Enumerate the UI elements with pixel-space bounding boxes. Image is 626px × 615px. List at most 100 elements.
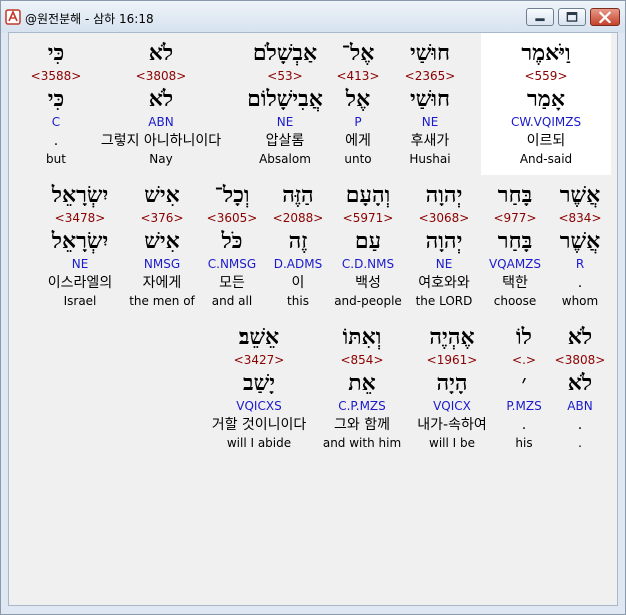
- hebrew-word: בָּחַר: [497, 182, 533, 208]
- minimize-icon: [535, 18, 545, 22]
- word-block[interactable]: יְהוָה <3068> יְהוָה NE 여호와와 the LORD: [409, 175, 479, 317]
- word-block[interactable]: לוֹ <.> ׳ P.MZS . his: [489, 317, 559, 459]
- strong-number: <854>: [340, 353, 384, 367]
- strong-number: <2365>: [404, 69, 456, 83]
- hebrew-word: אֵשֵׁב׃: [238, 324, 280, 350]
- hebrew-word: וְכָל־: [214, 182, 250, 208]
- window-title: @원전분해 - 삼하 16:18: [25, 12, 154, 26]
- hebrew-word: אַבְשָׁלֹם: [252, 40, 318, 66]
- strong-number: <3427>: [233, 353, 285, 367]
- parsing-code: VQICX: [433, 399, 471, 413]
- korean-gloss: 그렇지 아니하니이다: [100, 133, 222, 149]
- lexical-form: זֶה: [288, 228, 308, 254]
- lexical-form: יְהוָה: [425, 228, 463, 254]
- minimize-button[interactable]: [526, 8, 554, 26]
- hebrew-word: כִּי: [47, 40, 65, 66]
- hebrew-word: אֲשֶׁר: [559, 182, 601, 208]
- hebrew-word: יְהוָה: [425, 182, 463, 208]
- strong-number: <2088>: [272, 211, 324, 225]
- parsing-code: VQAMZS: [488, 257, 542, 271]
- word-block[interactable]: כִּי <3588> כִּי C . but: [21, 33, 91, 175]
- english-gloss: and with him: [322, 436, 402, 450]
- strong-number: <3068>: [418, 211, 470, 225]
- korean-gloss: 이스라엘의: [47, 275, 113, 291]
- parsing-code: C.D.NMS: [341, 257, 395, 271]
- korean-gloss: 내가-속하여: [417, 417, 487, 433]
- english-gloss: the men of: [129, 294, 195, 308]
- strong-number: <.>: [512, 353, 536, 367]
- english-gloss: Israel: [63, 294, 97, 308]
- word-block[interactable]: וַיֹּאמֶר <559> אָמַר CW.VQIMZS 이르되 And-…: [481, 33, 611, 175]
- parsing-code: D.ADMS: [273, 257, 323, 271]
- strong-number: <1961>: [426, 353, 478, 367]
- hebrew-word: יִשְׂרָאֵל: [51, 182, 109, 208]
- app-icon: [5, 9, 21, 25]
- title-bar[interactable]: @원전분해 - 삼하 16:18: [1, 1, 625, 33]
- english-gloss: will I be: [429, 436, 475, 450]
- word-block[interactable]: אִישׁ <376> אִישׁ NMSG 자에게 the men of: [127, 175, 197, 317]
- parsing-code: NE: [276, 115, 294, 129]
- lexical-form: כֹּל: [221, 228, 243, 254]
- strong-number: <3478>: [54, 211, 106, 225]
- strong-number: <559>: [524, 69, 568, 83]
- parsing-code: NE: [421, 115, 439, 129]
- lexical-form: אֲשֶׁר: [559, 228, 601, 254]
- close-button[interactable]: [590, 8, 620, 26]
- lexical-form: חוּשַׁי: [410, 86, 450, 112]
- word-block[interactable]: אֶהְיֶה <1961> הָיָה VQICX 내가-속하여 will I…: [417, 317, 487, 459]
- app-window: @원전분해 - 삼하 16:18 וַיֹּאמֶר <559> אָמַר C…: [0, 0, 626, 615]
- lexical-form: ׳: [521, 370, 527, 396]
- lexical-form: אֵת: [348, 370, 376, 396]
- lexical-form: אֲבִישָׁלוֹם: [247, 86, 323, 112]
- english-gloss: And-said: [519, 152, 573, 166]
- word-block[interactable]: חוּשַׁי <2365> חוּשַׁי NE 후새가 Hushai: [395, 33, 465, 175]
- strong-number: <3808>: [135, 69, 187, 83]
- strong-number: <376>: [140, 211, 184, 225]
- lexical-form: עַם: [354, 228, 382, 254]
- close-icon: [599, 11, 611, 24]
- hebrew-word: אִישׁ: [144, 182, 180, 208]
- english-gloss: but: [46, 152, 66, 166]
- korean-gloss: 자에게: [142, 275, 182, 291]
- word-block[interactable]: יִשְׂרָאֵל <3478> יִשְׂרָאֵל NE 이스라엘의 Is…: [45, 175, 115, 317]
- strong-number: <53>: [267, 69, 303, 83]
- strong-number: <5971>: [342, 211, 394, 225]
- hebrew-word: לֹא: [148, 40, 174, 66]
- parsing-code: C.P.MZS: [338, 399, 386, 413]
- lexical-form: לֹא: [148, 86, 174, 112]
- korean-gloss: .: [53, 133, 59, 149]
- lexical-form: בָּחַר: [497, 228, 533, 254]
- word-block[interactable]: אֵשֵׁב׃ <3427> יָשַׁב VQICXS 거할 것이니이다 wi…: [207, 317, 311, 459]
- strong-number: <977>: [493, 211, 537, 225]
- parsing-code: R: [575, 257, 585, 271]
- parsing-code: C.NMSG: [207, 257, 257, 271]
- maximize-button[interactable]: [558, 8, 586, 26]
- word-block[interactable]: וְאִתּוֹ <854> אֵת C.P.MZS 그와 함께 and wit…: [323, 317, 401, 459]
- parsing-code: C: [51, 115, 61, 129]
- parsing-code: VQICXS: [236, 399, 282, 413]
- analysis-pane: וַיֹּאמֶר <559> אָמַר CW.VQIMZS 이르되 And-…: [8, 32, 618, 606]
- hebrew-word: לוֹ: [516, 324, 532, 350]
- korean-gloss: 압살롬: [265, 133, 305, 149]
- strong-number: <834>: [558, 211, 602, 225]
- parsing-code: NE: [435, 257, 453, 271]
- word-block[interactable]: אַבְשָׁלֹם <53> אֲבִישָׁלוֹם NE 압살롬 Absa…: [235, 33, 335, 175]
- lexical-form: כִּי: [47, 86, 65, 112]
- hebrew-word: וְאִתּוֹ: [342, 324, 382, 350]
- hebrew-word: אֶהְיֶה: [429, 324, 475, 350]
- word-block[interactable]: לֹא <3808> לֹא ABN 그렇지 아니하니이다 Nay: [101, 33, 221, 175]
- lexical-form: יָשַׁב: [243, 370, 275, 396]
- parsing-code: ABN: [148, 115, 174, 129]
- hebrew-word: וְהָעָם: [345, 182, 391, 208]
- parsing-code: NMSG: [143, 257, 181, 271]
- lexical-form: יִשְׂרָאֵל: [51, 228, 109, 254]
- lexical-form: הָיָה: [436, 370, 468, 396]
- hebrew-word: הַזֶּה: [282, 182, 314, 208]
- parsing-code: P.MZS: [506, 399, 542, 413]
- maximize-icon: [566, 12, 578, 22]
- english-gloss: Absalom: [259, 152, 311, 166]
- english-gloss: Nay: [149, 152, 173, 166]
- english-gloss: will I abide: [226, 436, 292, 450]
- strong-number: <3605>: [206, 211, 258, 225]
- korean-gloss: 그와 함께: [334, 417, 390, 433]
